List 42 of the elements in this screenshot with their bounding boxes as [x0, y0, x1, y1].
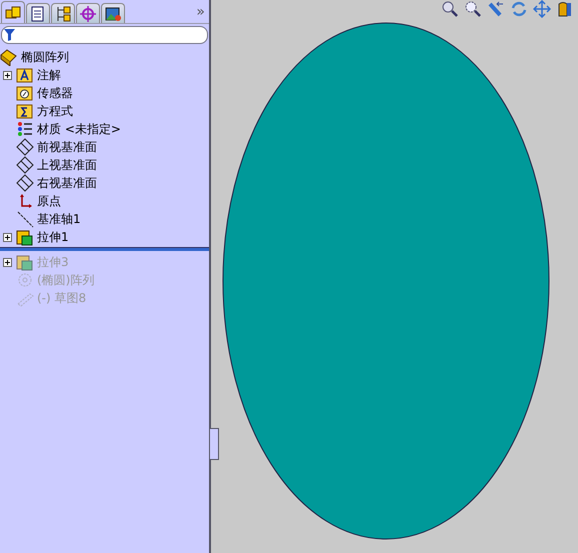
- previous-view-button[interactable]: [487, 0, 505, 18]
- plane-icon: [16, 138, 34, 156]
- display-icon: [104, 4, 122, 22]
- plane-icon: [16, 156, 34, 174]
- tree-item[interactable]: 材质 <未指定>: [37, 120, 121, 138]
- section-button[interactable]: [556, 0, 574, 18]
- dimxpert-icon: [79, 4, 97, 22]
- tree-root[interactable]: 椭圆阵列: [21, 48, 69, 66]
- filter-icon: [4, 29, 15, 41]
- expand-toggle[interactable]: [3, 232, 12, 242]
- panel-tab[interactable]: [26, 3, 50, 23]
- sensor-icon: [16, 84, 34, 102]
- zoom-area-button[interactable]: [464, 0, 482, 18]
- feature-icon: [4, 4, 22, 22]
- tree-item[interactable]: 注解: [37, 66, 61, 84]
- equation-icon: [16, 102, 34, 120]
- annotation-icon: [16, 66, 34, 84]
- filter-field[interactable]: [1, 26, 208, 44]
- tree-item[interactable]: 方程式: [37, 102, 73, 120]
- plane-icon: [16, 174, 34, 192]
- more-tabs[interactable]: »: [196, 4, 205, 20]
- part-icon: [0, 48, 18, 66]
- extrude-icon: [16, 253, 34, 271]
- tree-item[interactable]: 拉伸1: [37, 228, 69, 246]
- panel-tab[interactable]: [1, 1, 25, 23]
- splitter-handle[interactable]: [210, 428, 219, 460]
- expand-toggle[interactable]: [3, 70, 12, 80]
- tree-item[interactable]: 前视基准面: [37, 138, 97, 156]
- expand-toggle[interactable]: [3, 258, 12, 266]
- tree-item[interactable]: 基准轴1: [37, 210, 81, 228]
- tree-item[interactable]: 原点: [37, 192, 61, 210]
- zoom-fit-button[interactable]: [441, 0, 459, 18]
- pattern-icon: [16, 271, 34, 289]
- tree-item[interactable]: 上视基准面: [37, 156, 97, 174]
- material-icon: [16, 120, 34, 138]
- tree-item[interactable]: 右视基准面: [37, 174, 97, 192]
- extrude-icon: [16, 228, 34, 246]
- pan-button[interactable]: [533, 0, 551, 18]
- panel-tab[interactable]: [51, 3, 75, 23]
- tree-item[interactable]: 传感器: [37, 84, 73, 102]
- panel-tab[interactable]: [101, 3, 125, 23]
- axis-icon: [16, 210, 34, 228]
